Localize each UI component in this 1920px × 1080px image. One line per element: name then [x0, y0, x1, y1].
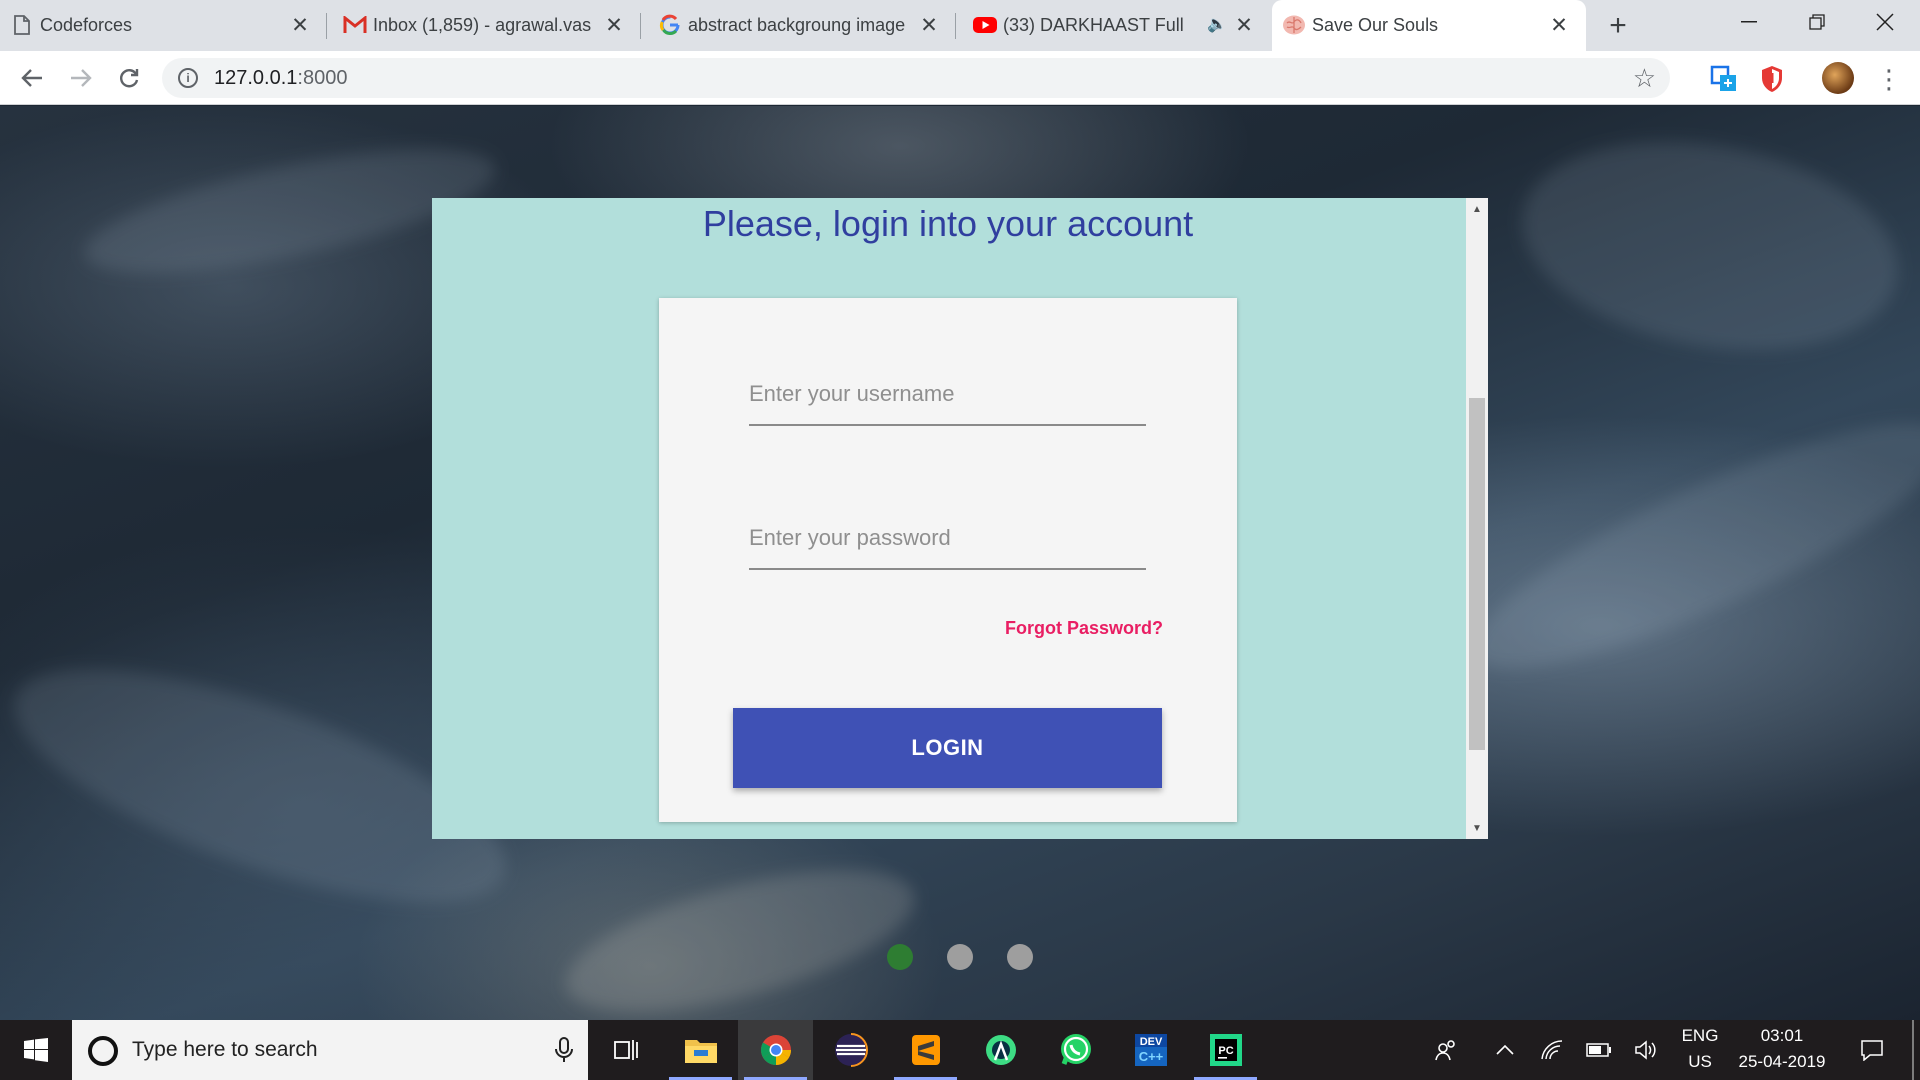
clock-date[interactable]: 25-04-2019: [1732, 1052, 1832, 1072]
show-desktop-button[interactable]: [1912, 1020, 1914, 1080]
carousel-dot-1[interactable]: [887, 944, 913, 970]
tab-title: Save Our Souls: [1312, 15, 1439, 35]
pycharm-icon[interactable]: PC: [1188, 1020, 1263, 1080]
tab-title: (33) DARKHAAST Full V: [1003, 15, 1188, 35]
input-language[interactable]: ENG: [1672, 1026, 1728, 1046]
login-modal: Please, login into your account Forgot P…: [432, 198, 1488, 839]
clock-time[interactable]: 03:01: [1732, 1026, 1832, 1046]
username-field[interactable]: [749, 364, 1146, 426]
address-bar[interactable]: i 127.0.0.1:8000 ☆: [162, 58, 1670, 98]
tab-title: Codeforces: [40, 15, 133, 35]
password-input[interactable]: [749, 508, 1146, 568]
wifi-icon[interactable]: [1536, 1020, 1568, 1080]
tab-separator: [640, 13, 641, 39]
svg-text:C++: C++: [1138, 1049, 1163, 1064]
tab-inbox[interactable]: Inbox (1,859) - agrawal.vasu ✕: [333, 0, 641, 51]
action-center-icon[interactable]: [1852, 1020, 1892, 1080]
windows-logo-icon: [24, 1038, 48, 1062]
svg-text:PC: PC: [1218, 1045, 1233, 1057]
url-text[interactable]: 127.0.0.1:8000: [214, 67, 347, 90]
tab-title: Inbox (1,859) - agrawal.vasu: [373, 15, 591, 35]
cortana-icon: [88, 1036, 118, 1066]
background-image-detail: [551, 841, 929, 1020]
show-hidden-icons-chevron-icon[interactable]: [1490, 1020, 1520, 1080]
close-tab-icon[interactable]: ✕: [916, 12, 942, 38]
restore-button[interactable]: [1784, 0, 1850, 44]
gmail-icon: [343, 13, 367, 37]
people-icon[interactable]: [1426, 1020, 1466, 1080]
google-icon: [658, 13, 682, 37]
modal-title: Please, login into your account: [702, 203, 1194, 244]
tab-save-our-souls[interactable]: Save Our Souls ✕: [1272, 0, 1586, 51]
bookmark-star-icon[interactable]: ☆: [1633, 63, 1656, 94]
tab-codeforces[interactable]: Codeforces ✕: [0, 0, 327, 51]
task-view-icon[interactable]: [588, 1020, 663, 1080]
carousel-dot-2[interactable]: [947, 944, 973, 970]
close-tab-icon[interactable]: ✕: [1231, 12, 1257, 38]
chrome-icon[interactable]: [738, 1020, 813, 1080]
microphone-icon[interactable]: [554, 1036, 574, 1064]
eclipse-icon[interactable]: [813, 1020, 888, 1080]
minimize-button[interactable]: [1716, 0, 1782, 44]
close-tab-icon[interactable]: ✕: [1546, 12, 1572, 38]
speaker-icon[interactable]: 🔈: [1207, 14, 1227, 34]
reload-button[interactable]: [113, 62, 145, 94]
tab-youtube[interactable]: (33) DARKHAAST Full V 🔈 ✕: [963, 0, 1271, 51]
username-input[interactable]: [749, 364, 1146, 424]
android-studio-icon[interactable]: [963, 1020, 1038, 1080]
taskbar-search-box[interactable]: Type here to search: [72, 1020, 588, 1080]
forgot-password-link[interactable]: Forgot Password?: [1005, 618, 1163, 639]
scrollbar-thumb[interactable]: [1469, 398, 1485, 750]
background-image-detail: [1505, 114, 1915, 378]
new-tab-button[interactable]: +: [1600, 9, 1636, 42]
close-tab-icon[interactable]: ✕: [601, 12, 627, 38]
file-explorer-icon[interactable]: [663, 1020, 738, 1080]
back-button[interactable]: [16, 62, 48, 94]
login-card: Forgot Password? LOGIN: [659, 298, 1237, 822]
scroll-down-arrow-icon[interactable]: ▼: [1466, 817, 1488, 839]
volume-icon[interactable]: [1630, 1020, 1662, 1080]
profile-avatar[interactable]: [1822, 62, 1854, 94]
input-region[interactable]: US: [1672, 1052, 1728, 1072]
battery-icon[interactable]: [1584, 1020, 1614, 1080]
tab-google-search[interactable]: abstract backgroung image ✕: [648, 0, 956, 51]
url-port: :8000: [297, 67, 348, 89]
password-field[interactable]: [749, 508, 1146, 570]
scroll-up-arrow-icon[interactable]: ▲: [1466, 198, 1488, 220]
brain-icon: [1282, 13, 1306, 37]
translate-extension-icon[interactable]: [1709, 64, 1739, 94]
whatsapp-icon[interactable]: [1038, 1020, 1113, 1080]
tab-title: abstract backgroung image: [688, 15, 906, 35]
carousel-dot-3[interactable]: [1007, 944, 1033, 970]
info-icon[interactable]: i: [178, 68, 198, 88]
modal-scrollbar[interactable]: ▲ ▼: [1466, 198, 1488, 839]
svg-text:DEV: DEV: [1139, 1036, 1162, 1048]
sublime-text-icon[interactable]: [888, 1020, 963, 1080]
browser-toolbar: i 127.0.0.1:8000 ☆ ⋮: [0, 51, 1920, 105]
close-tab-icon[interactable]: ✕: [287, 12, 313, 38]
tab-separator: [326, 13, 327, 39]
forward-button[interactable]: [65, 62, 97, 94]
background-image-detail: [1449, 381, 1920, 711]
youtube-icon: [973, 13, 997, 37]
login-button[interactable]: LOGIN: [733, 708, 1162, 788]
shield-extension-icon[interactable]: [1757, 64, 1787, 94]
search-placeholder: Type here to search: [132, 1038, 318, 1061]
start-button[interactable]: [0, 1020, 72, 1080]
tab-separator: [955, 13, 956, 39]
page-icon: [10, 13, 34, 37]
close-window-button[interactable]: [1852, 0, 1918, 44]
windows-taskbar: Type here to search DEV C++ PC ENG US 03…: [0, 1020, 1920, 1080]
tab-strip: Codeforces ✕ Inbox (1,859) - agrawal.vas…: [0, 0, 1920, 51]
url-host: 127.0.0.1: [214, 67, 298, 89]
page-content: Please, login into your account Forgot P…: [0, 106, 1920, 1020]
menu-dots-icon[interactable]: ⋮: [1874, 64, 1904, 94]
dev-cpp-icon[interactable]: DEV C++: [1113, 1020, 1188, 1080]
